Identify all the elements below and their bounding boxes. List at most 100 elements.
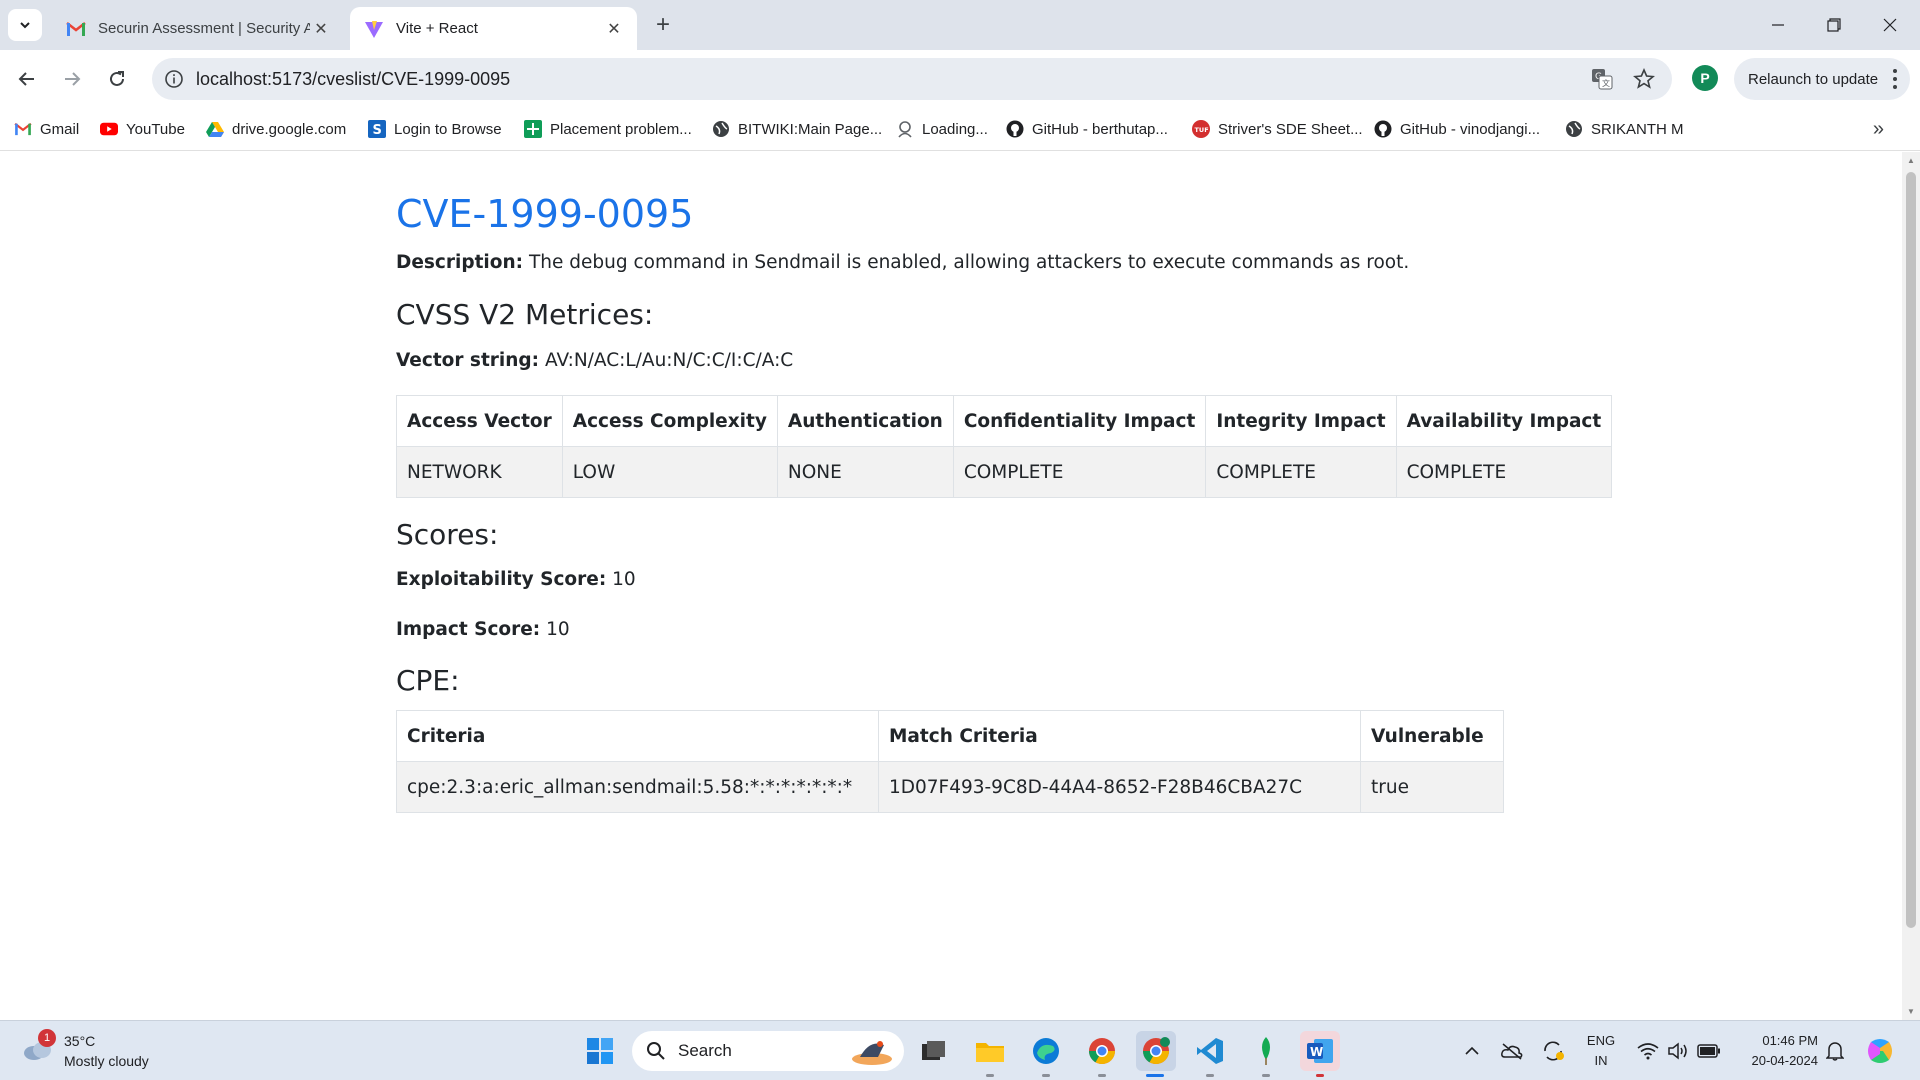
windows-start-icon[interactable] <box>580 1031 620 1071</box>
impact-score-line: Impact Score: 10 <box>396 619 570 640</box>
column-header: Vulnerable <box>1360 710 1504 762</box>
impact-score-label: Impact Score: <box>396 619 541 640</box>
translate-icon[interactable]: G文 <box>1590 67 1614 91</box>
description-label: Description: <box>396 252 524 273</box>
task-view-icon[interactable] <box>914 1031 954 1071</box>
bookmark-label: Striver's SDE Sheet... <box>1218 120 1363 138</box>
page-viewport: CVE-1999-0095 Description: The debug com… <box>0 152 1902 1020</box>
chrome-profile-icon[interactable] <box>1136 1031 1176 1071</box>
edge-icon[interactable] <box>1026 1031 1066 1071</box>
chrome-icon[interactable] <box>1082 1031 1122 1071</box>
bookmark-gmail[interactable]: Gmail <box>14 118 79 140</box>
table-header-row: Access Vector Access Complexity Authenti… <box>396 395 1613 447</box>
bookmark-striver-sde[interactable]: TUF Striver's SDE Sheet... <box>1192 118 1363 140</box>
table-cell: COMPLETE <box>952 446 1207 498</box>
mongodb-icon[interactable] <box>1246 1031 1286 1071</box>
description-line: Description: The debug command in Sendma… <box>396 252 1409 273</box>
scroll-down-icon[interactable]: ▼ <box>1906 1007 1916 1016</box>
svg-text:S: S <box>373 123 382 138</box>
bookmark-login-to-browse[interactable]: S Login to Browse <box>368 118 502 140</box>
restore-icon[interactable] <box>1806 0 1862 50</box>
loading-icon <box>896 120 914 138</box>
scrollbar-thumb[interactable] <box>1906 172 1916 928</box>
close-window-icon[interactable] <box>1862 0 1918 50</box>
column-header: Access Complexity <box>561 395 778 447</box>
more-bookmarks-icon[interactable]: » <box>1873 118 1884 141</box>
vite-icon <box>364 19 384 39</box>
tab-search-button[interactable] <box>8 9 42 41</box>
scroll-up-icon[interactable]: ▲ <box>1906 156 1916 165</box>
weather-condition: Mostly cloudy <box>64 1053 149 1069</box>
tab-vite-react[interactable]: Vite + React ✕ <box>350 7 637 50</box>
back-icon[interactable] <box>10 62 44 96</box>
bookmark-bitwiki[interactable]: BITWIKI:Main Page... <box>712 118 882 140</box>
reload-icon[interactable] <box>100 62 134 96</box>
table-cell: LOW <box>561 446 778 498</box>
bookmark-drive[interactable]: drive.google.com <box>206 118 346 140</box>
exploitability-score-label: Exploitability Score: <box>396 569 607 590</box>
forward-icon[interactable] <box>55 62 89 96</box>
bookmark-star-icon[interactable] <box>1632 67 1656 91</box>
weather-widget[interactable]: 1 35°C Mostly cloudy <box>22 1029 192 1073</box>
bookmark-github-vinodjangi[interactable]: GitHub - vinodjangi... <box>1374 118 1540 140</box>
show-hidden-icons-icon[interactable] <box>1462 1031 1482 1071</box>
close-icon[interactable]: ✕ <box>603 18 625 40</box>
taskbar-search-box[interactable]: Search <box>632 1031 904 1071</box>
bookmark-label: drive.google.com <box>232 120 347 138</box>
sync-icon[interactable] <box>1540 1031 1566 1071</box>
tuf-icon: TUF <box>1192 120 1210 138</box>
close-icon[interactable]: ✕ <box>310 18 332 40</box>
gmail-icon <box>14 120 32 138</box>
vscode-icon[interactable] <box>1190 1031 1230 1071</box>
github-icon <box>1006 120 1024 138</box>
relaunch-to-update-button[interactable]: Relaunch to update <box>1734 58 1910 100</box>
table-header-row: Criteria Match Criteria Vulnerable <box>396 710 1504 762</box>
cvss-heading: CVSS V2 Metrices: <box>396 298 654 331</box>
file-explorer-icon[interactable] <box>970 1031 1010 1071</box>
bookmark-youtube[interactable]: YouTube <box>100 118 185 140</box>
word-icon[interactable]: W <box>1300 1031 1340 1071</box>
language-code: ENG <box>1586 1033 1616 1048</box>
column-header: Match Criteria <box>878 710 1361 762</box>
running-indicator <box>1316 1074 1324 1077</box>
description-text: The debug command in Sendmail is enabled… <box>528 252 1410 273</box>
bookmark-placement-problem[interactable]: Placement problem... <box>524 118 692 140</box>
minimize-icon[interactable] <box>1750 0 1806 50</box>
bookmarks-bar: Gmail YouTube drive.google.com S Login t… <box>0 107 1920 151</box>
tab-title: Vite + React <box>396 20 478 37</box>
copilot-icon[interactable] <box>1862 1031 1898 1071</box>
column-header: Availability Impact <box>1395 395 1613 447</box>
onedrive-offline-icon[interactable] <box>1500 1031 1524 1071</box>
volume-icon[interactable] <box>1666 1031 1690 1071</box>
cpe-heading: CPE: <box>396 664 460 697</box>
vector-string-value: AV:N/AC:L/Au:N/C:C/I:C/A:C <box>544 350 794 371</box>
wifi-icon[interactable] <box>1636 1031 1660 1071</box>
bookmark-label: GitHub - berthutap... <box>1032 120 1168 138</box>
battery-icon[interactable] <box>1696 1031 1722 1071</box>
language-indicator[interactable]: ENG IN <box>1584 1031 1618 1071</box>
bookmark-loading[interactable]: Loading... <box>896 118 988 140</box>
table-cell: NONE <box>776 446 954 498</box>
bookmark-github-berthutap[interactable]: GitHub - berthutap... <box>1006 118 1168 140</box>
svg-text:文: 文 <box>1602 78 1610 88</box>
search-icon <box>647 1042 665 1060</box>
system-clock[interactable]: 01:46 PM 20-04-2024 <box>1744 1031 1819 1071</box>
table-row: cpe:2.3:a:eric_allman:sendmail:5.58:*:*:… <box>396 761 1504 813</box>
impact-score-value: 10 <box>546 619 570 640</box>
site-info-icon[interactable] <box>162 67 186 91</box>
windows-taskbar: 1 35°C Mostly cloudy Search W ENG IN 01:… <box>0 1020 1920 1080</box>
running-indicator <box>1206 1074 1214 1077</box>
notification-bell-icon[interactable] <box>1824 1031 1846 1071</box>
url-text[interactable]: localhost:5173/cveslist/CVE-1999-0095 <box>196 58 510 100</box>
page-scrollbar[interactable]: ▲ ▼ <box>1902 152 1920 1020</box>
column-header: Confidentiality Impact <box>952 395 1207 447</box>
profile-avatar[interactable]: P <box>1692 65 1718 91</box>
tab-securin-assessment[interactable]: Securin Assessment | Security A ✕ <box>52 7 344 50</box>
address-bar[interactable]: localhost:5173/cveslist/CVE-1999-0095 G文 <box>152 58 1672 100</box>
bookmark-srikanth[interactable]: SRIKANTH M <box>1565 118 1684 140</box>
more-options-icon[interactable] <box>1892 69 1898 89</box>
table-row: NETWORK LOW NONE COMPLETE COMPLETE COMPL… <box>396 446 1613 498</box>
running-indicator <box>1042 1074 1050 1077</box>
new-tab-button[interactable]: + <box>650 11 676 38</box>
github-icon <box>1374 120 1392 138</box>
